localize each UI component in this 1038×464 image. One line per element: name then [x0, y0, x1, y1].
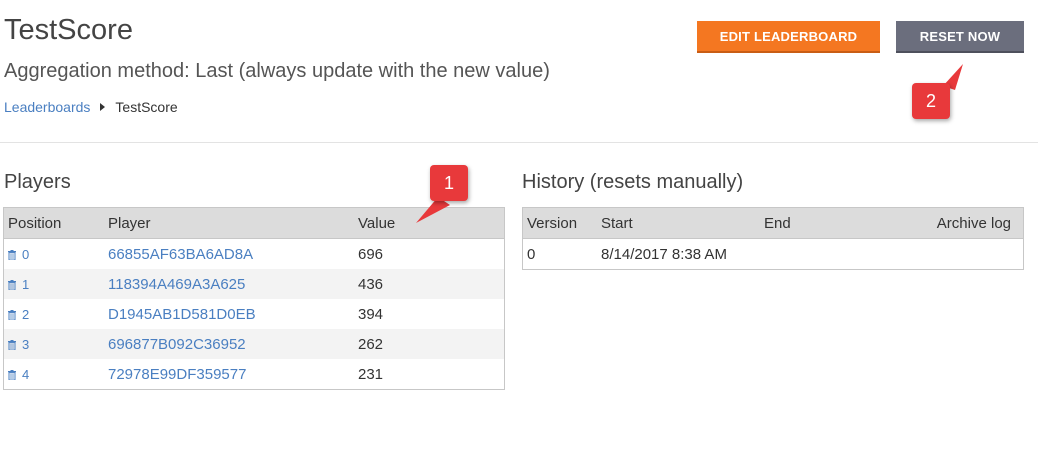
table-row: 1 118394A469A3A625 436: [4, 269, 504, 299]
trash-icon[interactable]: [8, 339, 16, 350]
position-cell[interactable]: 3: [4, 329, 104, 359]
trash-icon[interactable]: [8, 309, 16, 320]
table-row: 0 66855AF63BA6AD8A 696: [4, 239, 504, 270]
position-value: 1: [22, 276, 30, 292]
trash-icon[interactable]: [8, 249, 16, 260]
player-id-link[interactable]: 72978E99DF359577: [104, 359, 354, 389]
column-header-version[interactable]: Version: [523, 208, 597, 239]
breadcrumb-leaderboards-link[interactable]: Leaderboards: [4, 99, 90, 115]
aggregation-method-text: Aggregation method: Last (always update …: [4, 60, 550, 82]
position-cell[interactable]: 1: [4, 269, 104, 299]
column-header-archive-log[interactable]: Archive log: [878, 208, 1023, 239]
history-table: Version Start End Archive log 0 8/14/2017…: [522, 207, 1024, 270]
table-row: 3 696877B092C36952 262: [4, 329, 504, 359]
page: TestScore Aggregation method: Last (alwa…: [0, 0, 1038, 464]
breadcrumb: Leaderboards TestScore: [4, 99, 178, 115]
history-section-title: History (resets manually): [522, 171, 744, 193]
column-header-player[interactable]: Player: [104, 208, 354, 239]
position-cell[interactable]: 2: [4, 299, 104, 329]
value-cell: 262: [354, 329, 504, 359]
value-cell: 394: [358, 305, 384, 323]
archive-log-cell: [878, 239, 1023, 270]
trash-icon[interactable]: [8, 279, 16, 290]
players-section-title: Players: [4, 171, 71, 193]
value-cell: 696: [358, 245, 384, 263]
player-id-link[interactable]: 696877B092C36952: [104, 329, 354, 359]
reset-now-button[interactable]: RESET NOW: [896, 21, 1024, 53]
header-divider: [0, 142, 1038, 143]
trash-icon[interactable]: [8, 369, 16, 380]
table-row: 4 72978E99DF359577 231: [4, 359, 504, 389]
player-id-link[interactable]: 118394A469A3A625: [104, 269, 354, 299]
annotation-badge-1: 1: [430, 165, 468, 201]
chevron-right-icon: [100, 103, 106, 111]
annotation-badge-2: 2: [912, 83, 950, 119]
value-cell: 231: [358, 365, 384, 383]
end-cell: [760, 239, 878, 270]
history-table-header: Version Start End Archive log: [523, 208, 1023, 239]
player-id-link[interactable]: D1945AB1D581D0EB: [104, 299, 354, 329]
player-id-link[interactable]: 66855AF63BA6AD8A: [104, 239, 354, 270]
position-cell[interactable]: 0: [4, 239, 104, 270]
value-cell: 436: [354, 269, 504, 299]
start-cell: 8/14/2017 8:38 AM: [601, 245, 727, 263]
position-value: 0: [22, 246, 30, 262]
table-row: 2 D1945AB1D581D0EB 394: [4, 299, 504, 329]
breadcrumb-current: TestScore: [115, 99, 178, 115]
players-table: Position Player Value 0 66855AF63BA6AD8A 6…: [3, 207, 505, 390]
edit-leaderboard-button[interactable]: EDIT LEADERBOARD: [697, 21, 880, 53]
table-row: 0 8/14/2017 8:38 AM: [523, 239, 1023, 270]
column-header-end[interactable]: End: [760, 208, 878, 239]
column-header-position[interactable]: Position: [4, 208, 104, 239]
position-value: 2: [22, 306, 30, 322]
position-cell[interactable]: 4: [4, 359, 104, 389]
position-value: 4: [22, 366, 30, 382]
page-title: TestScore: [4, 14, 133, 46]
position-value: 3: [22, 336, 30, 352]
column-header-start[interactable]: Start: [597, 208, 760, 239]
version-cell: 0: [527, 245, 536, 263]
